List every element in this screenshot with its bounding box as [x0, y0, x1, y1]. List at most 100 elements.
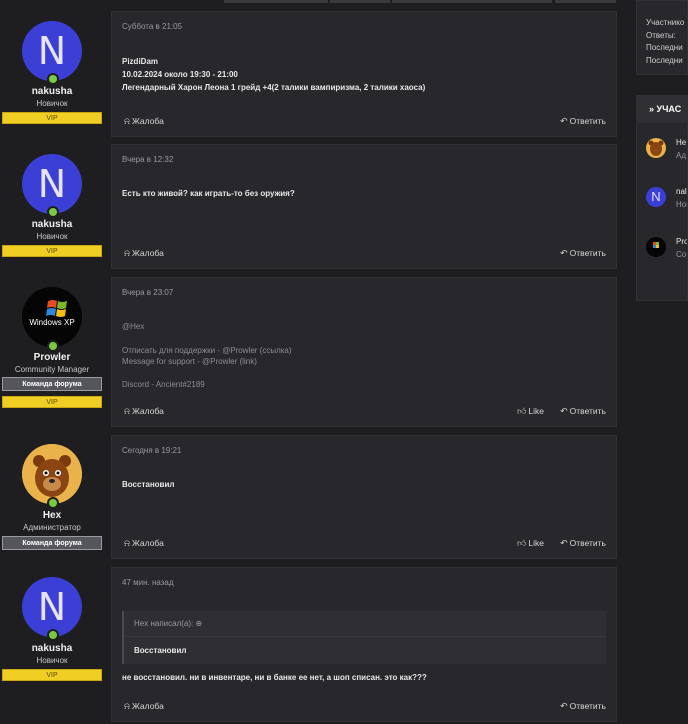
reply-label: Ответить: [569, 116, 606, 126]
reply-icon: ↶: [560, 406, 568, 416]
online-dot-icon: [47, 629, 59, 641]
like-button[interactable]: 👍︎ Like: [517, 538, 544, 549]
post: 47 мин. назад Hex написал(а): ⊕ Восстано…: [111, 567, 617, 722]
vip-badge: VIP: [2, 112, 102, 124]
post-body: не восстановил. ни в инвентаре, ни в бан…: [122, 671, 427, 684]
participant-avatar[interactable]: N: [646, 187, 666, 207]
post-line: Есть кто живой? как играть-то без оружия…: [122, 189, 295, 198]
quote-author[interactable]: Hex написал(а): ⊕: [124, 611, 606, 637]
user-title: Community Manager: [14, 365, 90, 374]
windows-xp-logo-icon: Windows XP: [29, 300, 75, 327]
reply-button[interactable]: ↶ Ответить: [560, 248, 606, 259]
participant-name[interactable]: He: [676, 138, 686, 147]
signature-link[interactable]: (link): [237, 357, 257, 366]
windows-xp-logo-icon: [653, 242, 659, 248]
signature-line: Message for support - @Prowler (link): [122, 356, 292, 367]
top-tab-strip: [392, 0, 552, 3]
mention-link[interactable]: @Prowler: [202, 357, 237, 366]
expand-quote-icon[interactable]: ⊕: [195, 619, 202, 628]
report-button[interactable]: ⍾ Жалоба: [124, 406, 164, 417]
thumbs-up-icon: 👍︎: [517, 406, 527, 416]
bell-icon: ⍾: [124, 116, 130, 126]
post: Вчера в 23:07 @Hex Отписать для поддержк…: [111, 277, 617, 427]
post-line: Восстановил: [122, 480, 175, 489]
reply-button[interactable]: ↶ Ответить: [560, 538, 606, 549]
vip-badge: VIP: [2, 396, 102, 408]
reply-button[interactable]: ↶ Ответить: [560, 406, 606, 417]
report-button[interactable]: ⍾ Жалоба: [124, 538, 164, 549]
bell-icon: ⍾: [124, 701, 130, 711]
online-dot-icon: [47, 73, 59, 85]
avatar[interactable]: N: [22, 21, 82, 81]
participant-title: Нов: [676, 200, 687, 209]
reply-label: Ответить: [569, 538, 606, 548]
post-date[interactable]: 47 мин. назад: [122, 578, 174, 587]
post-line: 10.02.2024 около 19:30 - 21:00: [122, 70, 238, 79]
post: Суббота в 21:05 PizdiDam 10.02.2024 окол…: [111, 11, 617, 137]
post-body: Восстановил: [122, 478, 174, 491]
vip-badge: VIP: [2, 669, 102, 681]
signature-link[interactable]: (ссылка): [257, 346, 292, 355]
post-date[interactable]: Вчера в 23:07: [122, 288, 173, 297]
participant-title: Ад: [676, 151, 687, 160]
user-title: Новичок: [36, 232, 68, 241]
bear-avatar-icon: [22, 444, 82, 504]
report-button[interactable]: ⍾ Жалоба: [124, 116, 164, 127]
signature-text: Discord - Ancient#2189: [122, 380, 205, 389]
post-date[interactable]: Вчера в 12:32: [122, 155, 173, 164]
top-tab-strip: [224, 0, 328, 3]
stat-last-reply-user: Последни: [646, 56, 683, 65]
post-body: Есть кто живой? как играть-то без оружия…: [122, 187, 295, 200]
username[interactable]: Prowler: [0, 352, 104, 363]
reply-icon: ↶: [560, 701, 568, 711]
username[interactable]: nakusha: [0, 86, 104, 97]
username[interactable]: nakusha: [0, 643, 104, 654]
participant-avatar[interactable]: [646, 237, 666, 257]
mention-link[interactable]: @Prowler: [222, 346, 257, 355]
signature-text: Message for support -: [122, 357, 203, 366]
quote-block: Hex написал(а): ⊕ Восстановил: [122, 611, 606, 664]
user-title: Новичок: [36, 656, 68, 665]
avatar[interactable]: [22, 444, 82, 504]
participant-name[interactable]: Pro: [676, 237, 687, 246]
avatar[interactable]: N: [22, 577, 82, 637]
username[interactable]: nakusha: [0, 219, 104, 230]
like-button[interactable]: 👍︎ Like: [517, 406, 544, 417]
online-dot-icon: [47, 497, 59, 509]
participant-title: Co: [676, 250, 687, 259]
stat-participants: Участнико: [646, 18, 685, 27]
reply-label: Ответить: [569, 701, 606, 711]
post-body: PizdiDam 10.02.2024 около 19:30 - 21:00 …: [122, 55, 425, 94]
reply-button[interactable]: ↶ Ответить: [560, 701, 606, 712]
report-label: Жалоба: [131, 116, 164, 126]
avatar[interactable]: N: [22, 154, 82, 214]
stat-replies: Ответы:: [646, 31, 676, 40]
post-body: @Hex: [122, 320, 144, 333]
report-button[interactable]: ⍾ Жалоба: [124, 701, 164, 712]
report-label: Жалоба: [131, 248, 164, 258]
signature-text: Отписать для поддержки -: [122, 346, 223, 355]
reply-button[interactable]: ↶ Ответить: [560, 116, 606, 127]
participants-box: » УЧАС He Ад N nal Нов Pro Co: [636, 95, 688, 301]
like-label: Like: [528, 406, 544, 416]
report-label: Жалоба: [131, 406, 164, 416]
mention-link[interactable]: @Hex: [122, 320, 144, 333]
participant-avatar[interactable]: [646, 138, 666, 158]
team-badge: Команда форума: [2, 377, 102, 391]
signature-line: Отписать для поддержки - @Prowler (ссылк…: [122, 345, 292, 356]
user-title: Администратор: [23, 523, 81, 532]
report-button[interactable]: ⍾ Жалоба: [124, 248, 164, 259]
post-date[interactable]: Суббота в 21:05: [122, 22, 182, 31]
signature: Отписать для поддержки - @Prowler (ссылк…: [122, 345, 292, 390]
reply-label: Ответить: [569, 248, 606, 258]
report-label: Жалоба: [131, 538, 164, 548]
post-line: Легендарный Харон Леона 1 грейд +4(2 тал…: [122, 83, 426, 92]
username[interactable]: Hex: [0, 510, 104, 521]
post-line: не восстановил. ни в инвентаре, ни в бан…: [122, 673, 427, 682]
online-dot-icon: [47, 340, 59, 352]
thumbs-up-icon: 👍︎: [517, 538, 527, 548]
participant-name[interactable]: nal: [676, 187, 687, 196]
avatar[interactable]: Windows XP: [22, 287, 82, 347]
post-date[interactable]: Сегодня в 19:21: [122, 446, 181, 455]
reply-icon: ↶: [560, 538, 568, 548]
